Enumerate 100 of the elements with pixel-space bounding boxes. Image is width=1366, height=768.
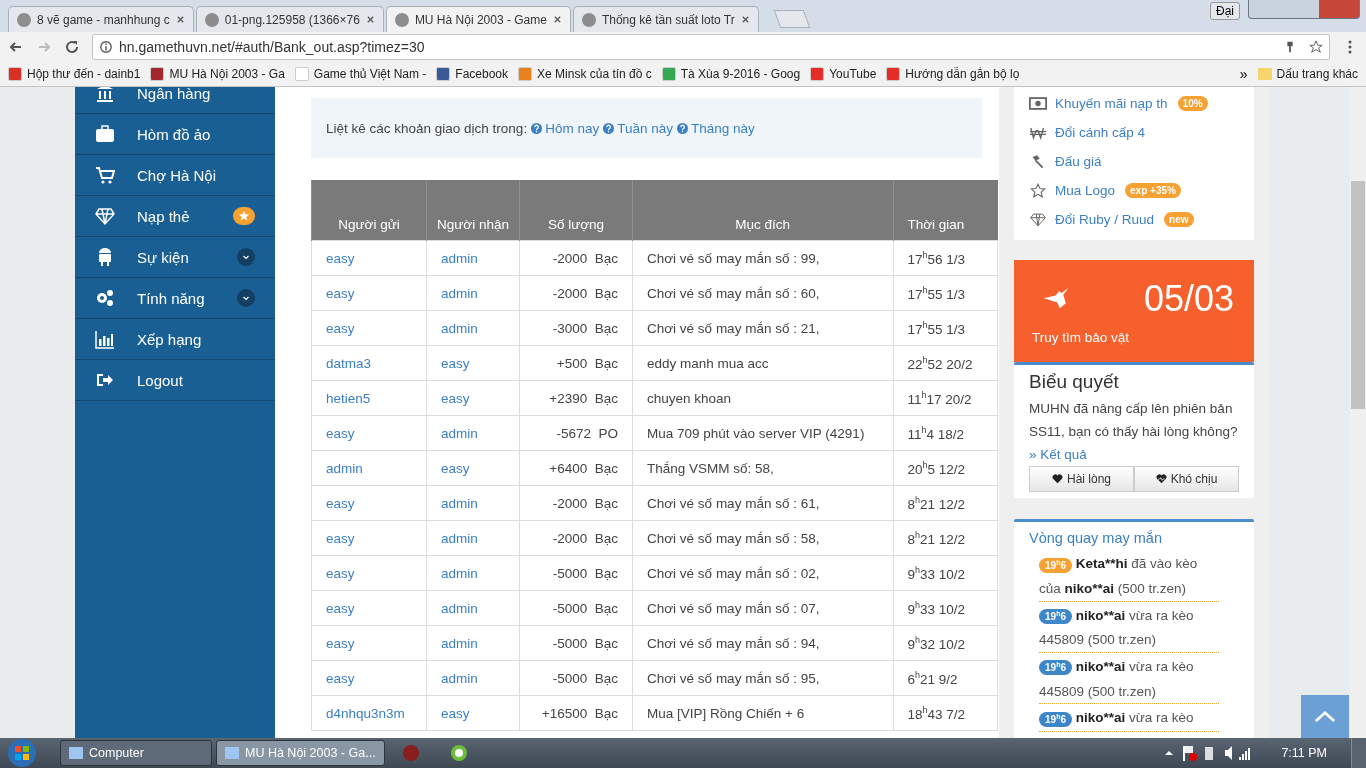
menu-link[interactable]: Mua Logo exp +35% — [1029, 176, 1239, 205]
period-link[interactable]: Tuần này — [603, 120, 673, 136]
close-icon[interactable] — [175, 15, 185, 24]
address-field[interactable]: hn.gamethuvn.net/#auth/Bank_out.asp?timez=30 — [92, 34, 1330, 60]
bank-icon — [95, 87, 115, 103]
sender-link[interactable]: easy — [311, 240, 427, 276]
bookmark[interactable]: Hộp thư đến - dainb1 — [8, 67, 141, 81]
reload-icon[interactable] — [64, 39, 80, 55]
sender-link[interactable]: admin — [311, 450, 427, 486]
poll-question: MUHN đã nâng cấp lên phiên bản SS11, bạn có thấy hài lòng không? » Kết quả — [1029, 400, 1239, 465]
time-cell: 9$^{h}$32 10/2 — [893, 625, 998, 661]
sidebar-item[interactable]: Sự kiện — [75, 237, 275, 278]
scroll-to-top-button[interactable] — [1301, 695, 1349, 738]
sender-link[interactable]: easy — [311, 555, 427, 591]
receiver-link[interactable]: admin — [426, 520, 520, 556]
amount-cell: -3000 Bạc — [519, 310, 633, 346]
close-icon[interactable] — [552, 15, 562, 24]
help-icon — [531, 122, 543, 134]
browser-tab[interactable]: 01-png.125958 (1366×76 — [195, 6, 384, 32]
bookmark[interactable]: Xe Minsk của tín đồ c — [518, 67, 652, 81]
results-link[interactable]: » Kết quả — [1029, 447, 1087, 463]
bookmark[interactable]: MU Hà Nội 2003 - Ga — [150, 67, 285, 81]
sender-link[interactable]: easy — [311, 485, 427, 521]
bookmark-folder[interactable]: Dấu trang khác — [1257, 67, 1358, 81]
amount-cell: -2000 Bạc — [519, 485, 633, 521]
wheel-title: Vòng quay may mắn — [1029, 530, 1163, 547]
sender-link[interactable]: easy — [311, 660, 427, 696]
browser-tab[interactable]: 8 vẽ game - manhhung c — [8, 6, 194, 32]
sender-link[interactable]: d4nhqu3n3m — [311, 695, 427, 731]
amount-cell: +2390 Bạc — [519, 380, 633, 416]
receiver-link[interactable]: easy — [426, 380, 520, 416]
browser-tab[interactable]: Thống kê tần suất loto Tr — [572, 6, 759, 32]
receiver-link[interactable]: easy — [426, 695, 520, 731]
receiver-link[interactable]: admin — [426, 555, 520, 591]
bookmark[interactable]: Hướng dẫn gắn bộ lọ — [886, 67, 1020, 81]
sender-link[interactable]: easy — [311, 275, 427, 311]
receiver-link[interactable]: admin — [426, 485, 520, 521]
purpose-cell: Chơi vé số may mắn số : 60, — [632, 275, 893, 311]
bookmark[interactable]: Game thủ Việt Nam - — [294, 67, 427, 81]
close-icon[interactable] — [365, 15, 375, 24]
menu-link[interactable]: Đổi Ruby / Ruud new — [1029, 205, 1239, 234]
app-icon[interactable] — [448, 743, 469, 763]
sidebar-item[interactable]: Hòm đồ ảo — [75, 114, 275, 155]
sidebar-item[interactable]: Nạp thẻ — [75, 196, 275, 237]
receiver-link[interactable]: easy — [426, 450, 520, 486]
bookmark[interactable]: YouTube — [810, 67, 877, 81]
time-cell: 17$^{h}$56 1/3 — [893, 240, 998, 276]
sender-link[interactable]: easy — [311, 520, 427, 556]
chevron-down-icon[interactable] — [237, 289, 255, 307]
receiver-link[interactable]: admin — [426, 310, 520, 346]
purpose-cell: Mua [VIP] Rồng Chiến + 6 — [632, 695, 893, 731]
sender-link[interactable]: easy — [311, 590, 427, 626]
vote-button[interactable]: Khó chịu — [1134, 466, 1239, 493]
sidebar-item[interactable]: Xếp hạng — [75, 319, 275, 360]
receiver-link[interactable]: admin — [426, 275, 520, 311]
sender-link[interactable]: easy — [311, 415, 427, 451]
menu-link[interactable]: Đổi cánh cấp 4 — [1029, 118, 1239, 147]
period-link[interactable]: Hôm nay — [531, 120, 600, 136]
star-icon — [1029, 183, 1047, 198]
vote-button[interactable]: Hài lòng — [1029, 466, 1134, 493]
column-header: Người gửi — [311, 180, 427, 241]
sidebar-item[interactable]: Tính năng — [75, 278, 275, 319]
close-icon[interactable] — [740, 15, 750, 24]
banknote-icon — [1029, 96, 1047, 111]
menu-link[interactable]: Khuyến mãi nạp th 10% — [1029, 89, 1239, 118]
receiver-link[interactable]: easy — [426, 345, 520, 381]
receiver-link[interactable]: admin — [426, 590, 520, 626]
receiver-link[interactable]: admin — [426, 415, 520, 451]
bookmark[interactable]: Facebook — [436, 67, 509, 81]
window-controls-drawing[interactable] — [1248, 0, 1360, 19]
profile-button[interactable]: Đại — [1210, 2, 1240, 20]
sidebar-item[interactable]: Ngân hàng — [75, 87, 275, 114]
sender-link[interactable]: hetien5 — [311, 380, 427, 416]
purpose-cell: Chơi vé số may mắn số : 94, — [632, 625, 893, 661]
sender-link[interactable]: datma3 — [311, 345, 427, 381]
menu-link[interactable]: Đấu giá — [1029, 147, 1239, 176]
info-icon — [99, 40, 113, 54]
browser-tab[interactable]: MU Hà Nội 2003 - Game — [385, 6, 571, 32]
taskbar-button[interactable]: Computer — [60, 740, 212, 766]
receiver-link[interactable]: admin — [426, 240, 520, 276]
event-card[interactable]: 05/03 Truy tìm bảo vật — [1014, 260, 1254, 363]
amount-cell: -5000 Bạc — [519, 555, 633, 591]
receiver-link[interactable]: admin — [426, 625, 520, 661]
receiver-link[interactable]: admin — [426, 660, 520, 696]
heartbeat-icon — [1155, 474, 1167, 485]
purpose-cell: Chơi vé số may mắn số : 95, — [632, 660, 893, 696]
chevron-down-icon[interactable] — [237, 248, 255, 266]
bookmark[interactable]: Tà Xùa 9-2016 - Goog — [661, 67, 801, 81]
diamond-icon — [95, 206, 115, 226]
taskbar-button[interactable]: MU Hà Nội 2003 - Ga... — [216, 740, 385, 766]
sender-link[interactable]: easy — [311, 310, 427, 346]
star-icon[interactable] — [1309, 40, 1323, 54]
period-link[interactable]: Tháng này — [676, 120, 755, 136]
filter-label: Liệt kê các khoản giao dịch trong: — [326, 120, 528, 136]
feed-entry: 19$^{h}$6 niko**ai vừa ra kèo — [1039, 704, 1219, 731]
amount-cell: -5000 Bạc — [519, 660, 633, 696]
scrollbar[interactable] — [1350, 87, 1366, 738]
sender-link[interactable]: easy — [311, 625, 427, 661]
more-bookmarks-button[interactable]: » — [1239, 66, 1248, 82]
clock: 7:11 PM — [1281, 746, 1327, 760]
